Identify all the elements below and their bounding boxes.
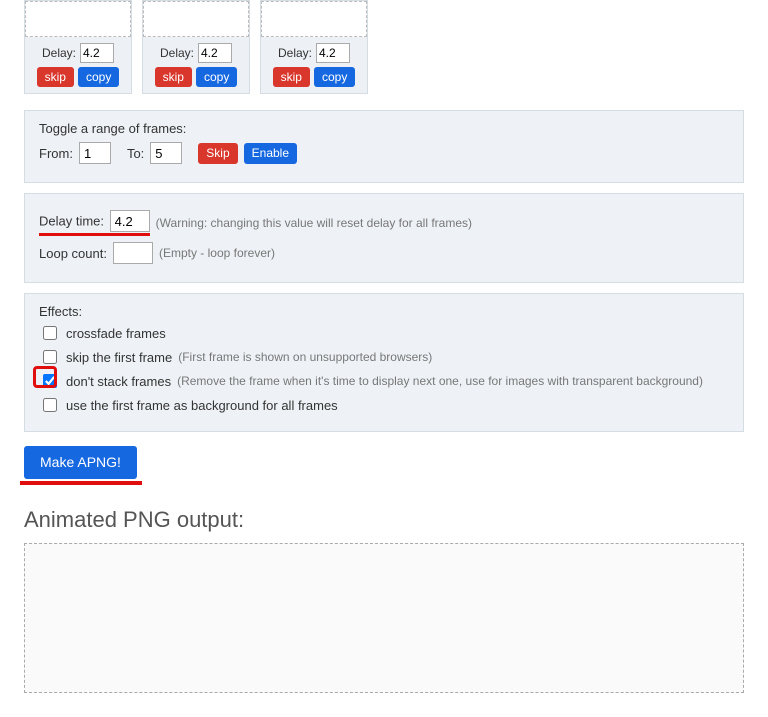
effects-title: Effects: xyxy=(39,304,729,319)
range-skip-button[interactable]: Skip xyxy=(198,143,237,163)
toggle-range-panel: Toggle a range of frames: From: To: Skip… xyxy=(24,110,744,183)
frame-card: Delay: skip copy xyxy=(260,0,368,94)
frame-skip-button[interactable]: skip xyxy=(273,67,310,87)
frame-delay-input[interactable] xyxy=(80,43,114,63)
frame-thumbnail xyxy=(143,1,249,37)
frame-skip-button[interactable]: skip xyxy=(37,67,74,87)
range-enable-button[interactable]: Enable xyxy=(244,143,297,163)
frame-copy-button[interactable]: copy xyxy=(314,67,355,87)
delay-time-label-group: Delay time: xyxy=(39,210,150,236)
loop-count-hint: (Empty - loop forever) xyxy=(159,246,275,260)
frames-row: Delay: skip copy Delay: skip copy Delay:… xyxy=(0,0,768,100)
delay-time-input[interactable] xyxy=(110,210,150,232)
frame-skip-button[interactable]: skip xyxy=(155,67,192,87)
skip-first-label: skip the first frame xyxy=(66,350,172,365)
crossfade-checkbox[interactable] xyxy=(43,326,57,340)
from-label: From: xyxy=(39,146,73,161)
use-first-bg-checkbox[interactable] xyxy=(43,398,57,412)
loop-count-input[interactable] xyxy=(113,242,153,264)
frame-delay-input[interactable] xyxy=(198,43,232,63)
frame-thumbnail xyxy=(261,1,367,37)
use-first-bg-label: use the first frame as background for al… xyxy=(66,398,338,413)
delay-time-hint: (Warning: changing this value will reset… xyxy=(156,216,472,230)
delay-loop-panel: Delay time: (Warning: changing this valu… xyxy=(24,193,744,283)
dont-stack-checkbox[interactable] xyxy=(43,374,57,388)
to-input[interactable] xyxy=(150,142,182,164)
frame-thumbnail xyxy=(25,1,131,37)
skip-first-checkbox[interactable] xyxy=(43,350,57,364)
effects-panel: Effects: crossfade frames skip the first… xyxy=(24,293,744,432)
crossfade-label: crossfade frames xyxy=(66,326,166,341)
loop-count-label: Loop count: xyxy=(39,246,107,261)
to-label: To: xyxy=(127,146,144,161)
make-apng-button[interactable]: Make APNG! xyxy=(24,446,137,479)
dont-stack-hint: (Remove the frame when it's time to disp… xyxy=(177,374,703,388)
output-heading: Animated PNG output: xyxy=(24,507,744,533)
frame-delay-label: Delay: xyxy=(160,46,194,60)
highlight-annotation xyxy=(20,481,142,485)
dont-stack-label: don't stack frames xyxy=(66,374,171,389)
frame-delay-input[interactable] xyxy=(316,43,350,63)
make-button-wrap: Make APNG! xyxy=(24,446,744,485)
frame-delay-label: Delay: xyxy=(42,46,76,60)
frame-card: Delay: skip copy xyxy=(142,0,250,94)
frame-delay-label: Delay: xyxy=(278,46,312,60)
output-box xyxy=(24,543,744,693)
skip-first-hint: (First frame is shown on unsupported bro… xyxy=(178,350,432,364)
toggle-range-title: Toggle a range of frames: xyxy=(39,121,729,136)
frame-copy-button[interactable]: copy xyxy=(78,67,119,87)
from-input[interactable] xyxy=(79,142,111,164)
frame-card: Delay: skip copy xyxy=(24,0,132,94)
frame-copy-button[interactable]: copy xyxy=(196,67,237,87)
delay-time-label: Delay time: xyxy=(39,214,104,229)
